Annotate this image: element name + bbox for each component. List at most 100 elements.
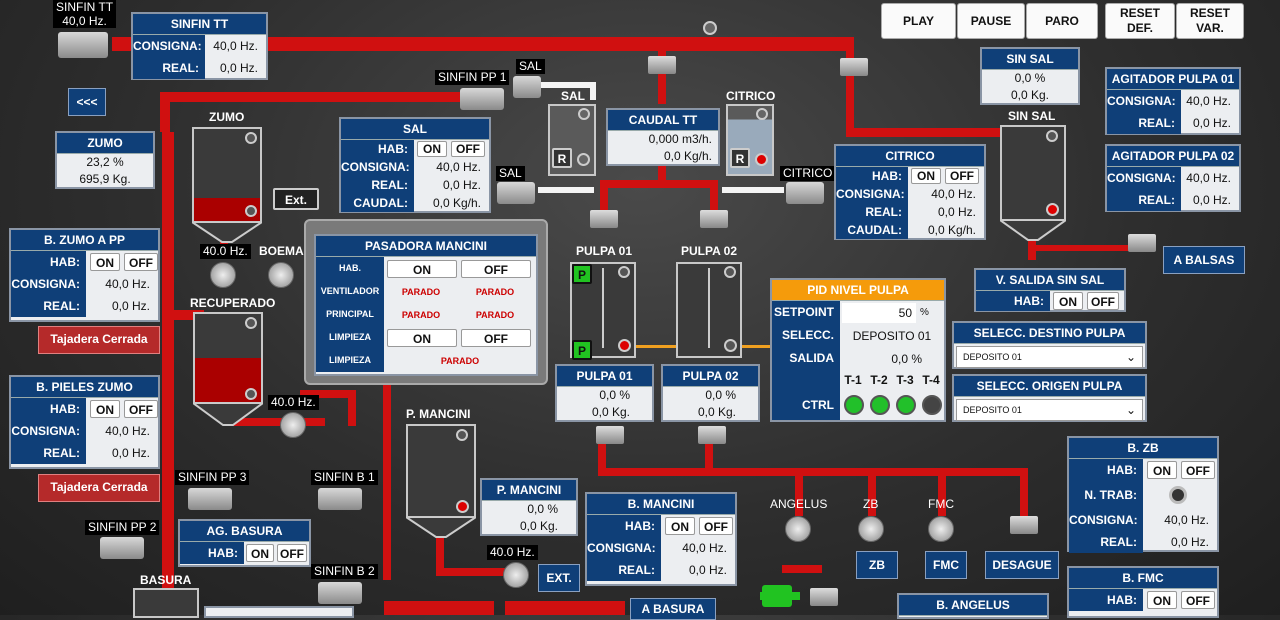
b-pieles-on-button[interactable]: ON bbox=[90, 400, 120, 418]
pipe-sinsal-out bbox=[1028, 240, 1036, 260]
real-value: 0,0 Hz. bbox=[219, 61, 258, 75]
b-zb-off-button[interactable]: OFF bbox=[1181, 461, 1215, 479]
ag-basura-off-button[interactable]: OFF bbox=[277, 544, 307, 562]
angelus-pump[interactable] bbox=[785, 516, 811, 542]
b-pieles-alarm[interactable]: Tajadera Cerrada bbox=[38, 474, 160, 502]
back-button[interactable]: <<< bbox=[68, 88, 106, 116]
real-value: 0,0 Hz. bbox=[1170, 535, 1209, 549]
zb-button[interactable]: ZB bbox=[856, 551, 898, 579]
label: REAL: bbox=[587, 559, 661, 581]
p-mancini-kg: 0,0 Kg. bbox=[519, 519, 558, 533]
caudal-m3: 0,000 m3/h. bbox=[648, 132, 712, 146]
b-mancini-on-button[interactable]: ON bbox=[665, 517, 695, 535]
angelus-label: ANGELUS bbox=[770, 497, 828, 511]
origen-dropdown[interactable]: DEPOSITO 01 ⌄ bbox=[956, 399, 1143, 421]
pause-button[interactable]: PAUSE bbox=[957, 3, 1025, 39]
sinfin-b2-motor[interactable] bbox=[318, 582, 362, 604]
t1-led[interactable] bbox=[844, 395, 864, 415]
pulpa-p-top-button[interactable]: P bbox=[572, 264, 592, 284]
sinfin-tt-tag: SINFIN TT 40,0 Hz. bbox=[53, 0, 117, 28]
caudal-valve[interactable] bbox=[648, 56, 676, 74]
b-zumo-off-button[interactable]: OFF bbox=[124, 253, 158, 271]
a-balsas-button[interactable]: A BALSAS bbox=[1163, 246, 1245, 274]
angelus-green-valve[interactable] bbox=[762, 585, 792, 607]
b-zumo-alarm[interactable]: Tajadera Cerrada bbox=[38, 326, 160, 354]
sal-motor[interactable] bbox=[513, 76, 541, 98]
boema-pump-2[interactable] bbox=[268, 262, 294, 288]
sal-side-motor[interactable] bbox=[497, 182, 535, 204]
p-mancini-pump[interactable] bbox=[503, 562, 529, 588]
pulpa-02-out-valve[interactable] bbox=[698, 426, 726, 444]
zb-pump[interactable] bbox=[858, 516, 884, 542]
pulpa-p-bottom-button[interactable]: P bbox=[572, 340, 592, 360]
sinfin-pp1-motor[interactable] bbox=[460, 88, 504, 110]
reset-def-button[interactable]: RESET DEF. bbox=[1105, 3, 1175, 39]
t4-led[interactable] bbox=[922, 395, 942, 415]
t2-led[interactable] bbox=[870, 395, 890, 415]
sinfin-pp3-motor[interactable] bbox=[188, 488, 232, 510]
b-zb-on-button[interactable]: ON bbox=[1147, 461, 1177, 479]
v-salida-off-button[interactable]: OFF bbox=[1087, 292, 1119, 310]
sinfin-pp2-motor[interactable] bbox=[100, 537, 144, 559]
label: CONSIGNA: bbox=[341, 158, 414, 176]
ext-output-button[interactable]: EXT. bbox=[538, 564, 580, 592]
sin-sal-valve[interactable] bbox=[840, 58, 868, 76]
pulpa-02-in-valve[interactable] bbox=[700, 210, 728, 228]
angelus-bottom-valve[interactable] bbox=[810, 588, 838, 606]
panel-title: B. FMC bbox=[1069, 568, 1217, 589]
citrico-off-button[interactable]: OFF bbox=[945, 168, 979, 184]
ext-button[interactable]: Ext. bbox=[273, 188, 319, 210]
ag-basura-on-button[interactable]: ON bbox=[246, 544, 274, 562]
sal-r-button[interactable]: R bbox=[552, 148, 572, 168]
t1-label: T-1 bbox=[844, 373, 862, 387]
boema-label: BOEMA bbox=[259, 244, 304, 258]
consigna-value: 40,0 Hz. bbox=[213, 39, 258, 53]
t3-led[interactable] bbox=[896, 395, 916, 415]
recuperado-hz-tag: 40.0 Hz. bbox=[268, 395, 319, 410]
limpieza-off-button[interactable]: OFF bbox=[461, 328, 531, 347]
b-fmc-on-button[interactable]: ON bbox=[1147, 591, 1177, 609]
destino-panel: SELECC. DESTINO PULPA DEPOSITO 01 ⌄ bbox=[952, 321, 1147, 369]
pid-salida-value: 0,0 % bbox=[891, 351, 922, 366]
paro-button[interactable]: PARO bbox=[1026, 3, 1098, 39]
chevron-down-icon: ⌄ bbox=[1125, 350, 1136, 364]
setpoint-input[interactable]: 50 bbox=[842, 302, 916, 323]
sin-sal-tank-label: SIN SAL bbox=[1008, 109, 1056, 123]
label: REAL: bbox=[1069, 531, 1143, 553]
citrico-r-button[interactable]: R bbox=[730, 148, 750, 168]
desague-button[interactable]: DESAGUE bbox=[985, 551, 1059, 579]
recuperado-pump[interactable] bbox=[280, 412, 306, 438]
b-mancini-off-button[interactable]: OFF bbox=[699, 517, 733, 535]
pulpa-01-out-valve[interactable] bbox=[596, 426, 624, 444]
label: REAL: bbox=[1107, 189, 1181, 211]
boema-pump-1[interactable] bbox=[210, 262, 236, 288]
sinfin-tt-motor[interactable] bbox=[58, 32, 108, 58]
b-zumo-on-button[interactable]: ON bbox=[90, 253, 120, 271]
pulpa-02-pct: 0,0 % bbox=[705, 388, 736, 402]
b-pieles-panel: B. PIELES ZUMO HAB: ON OFF CONSIGNA: 40,0… bbox=[9, 375, 160, 469]
principal-status-1: PARADO bbox=[401, 309, 441, 320]
destino-dropdown[interactable]: DEPOSITO 01 ⌄ bbox=[956, 346, 1143, 368]
panel-title: SINFIN TT bbox=[133, 14, 266, 35]
pulpa-01-in-valve[interactable] bbox=[590, 210, 618, 228]
desague-valve[interactable] bbox=[1010, 516, 1038, 534]
b-pieles-off-button[interactable]: OFF bbox=[124, 400, 158, 418]
pasadora-on-button[interactable]: ON bbox=[387, 259, 457, 278]
pasadora-off-button[interactable]: OFF bbox=[461, 259, 531, 278]
citrico-on-button[interactable]: ON bbox=[911, 168, 941, 184]
fmc-pump[interactable] bbox=[928, 516, 954, 542]
limpieza-on-button[interactable]: ON bbox=[387, 328, 457, 347]
fmc-button[interactable]: FMC bbox=[925, 551, 967, 579]
reset-var-button[interactable]: RESET VAR. bbox=[1176, 3, 1244, 39]
a-basura-button[interactable]: A BASURA bbox=[630, 598, 716, 620]
sal-on-button[interactable]: ON bbox=[417, 141, 447, 157]
balsas-valve[interactable] bbox=[1128, 234, 1156, 252]
v-salida-on-button[interactable]: ON bbox=[1053, 292, 1083, 310]
sal-off-button[interactable]: OFF bbox=[451, 141, 485, 157]
sinfin-b1-motor[interactable] bbox=[318, 488, 362, 510]
play-button[interactable]: PLAY bbox=[881, 3, 956, 39]
citrico-side-motor[interactable] bbox=[786, 182, 824, 204]
real-value: 0,0 Hz. bbox=[1192, 116, 1231, 130]
panel-title: SELECC. ORIGEN PULPA bbox=[954, 376, 1145, 397]
b-fmc-off-button[interactable]: OFF bbox=[1181, 591, 1215, 609]
